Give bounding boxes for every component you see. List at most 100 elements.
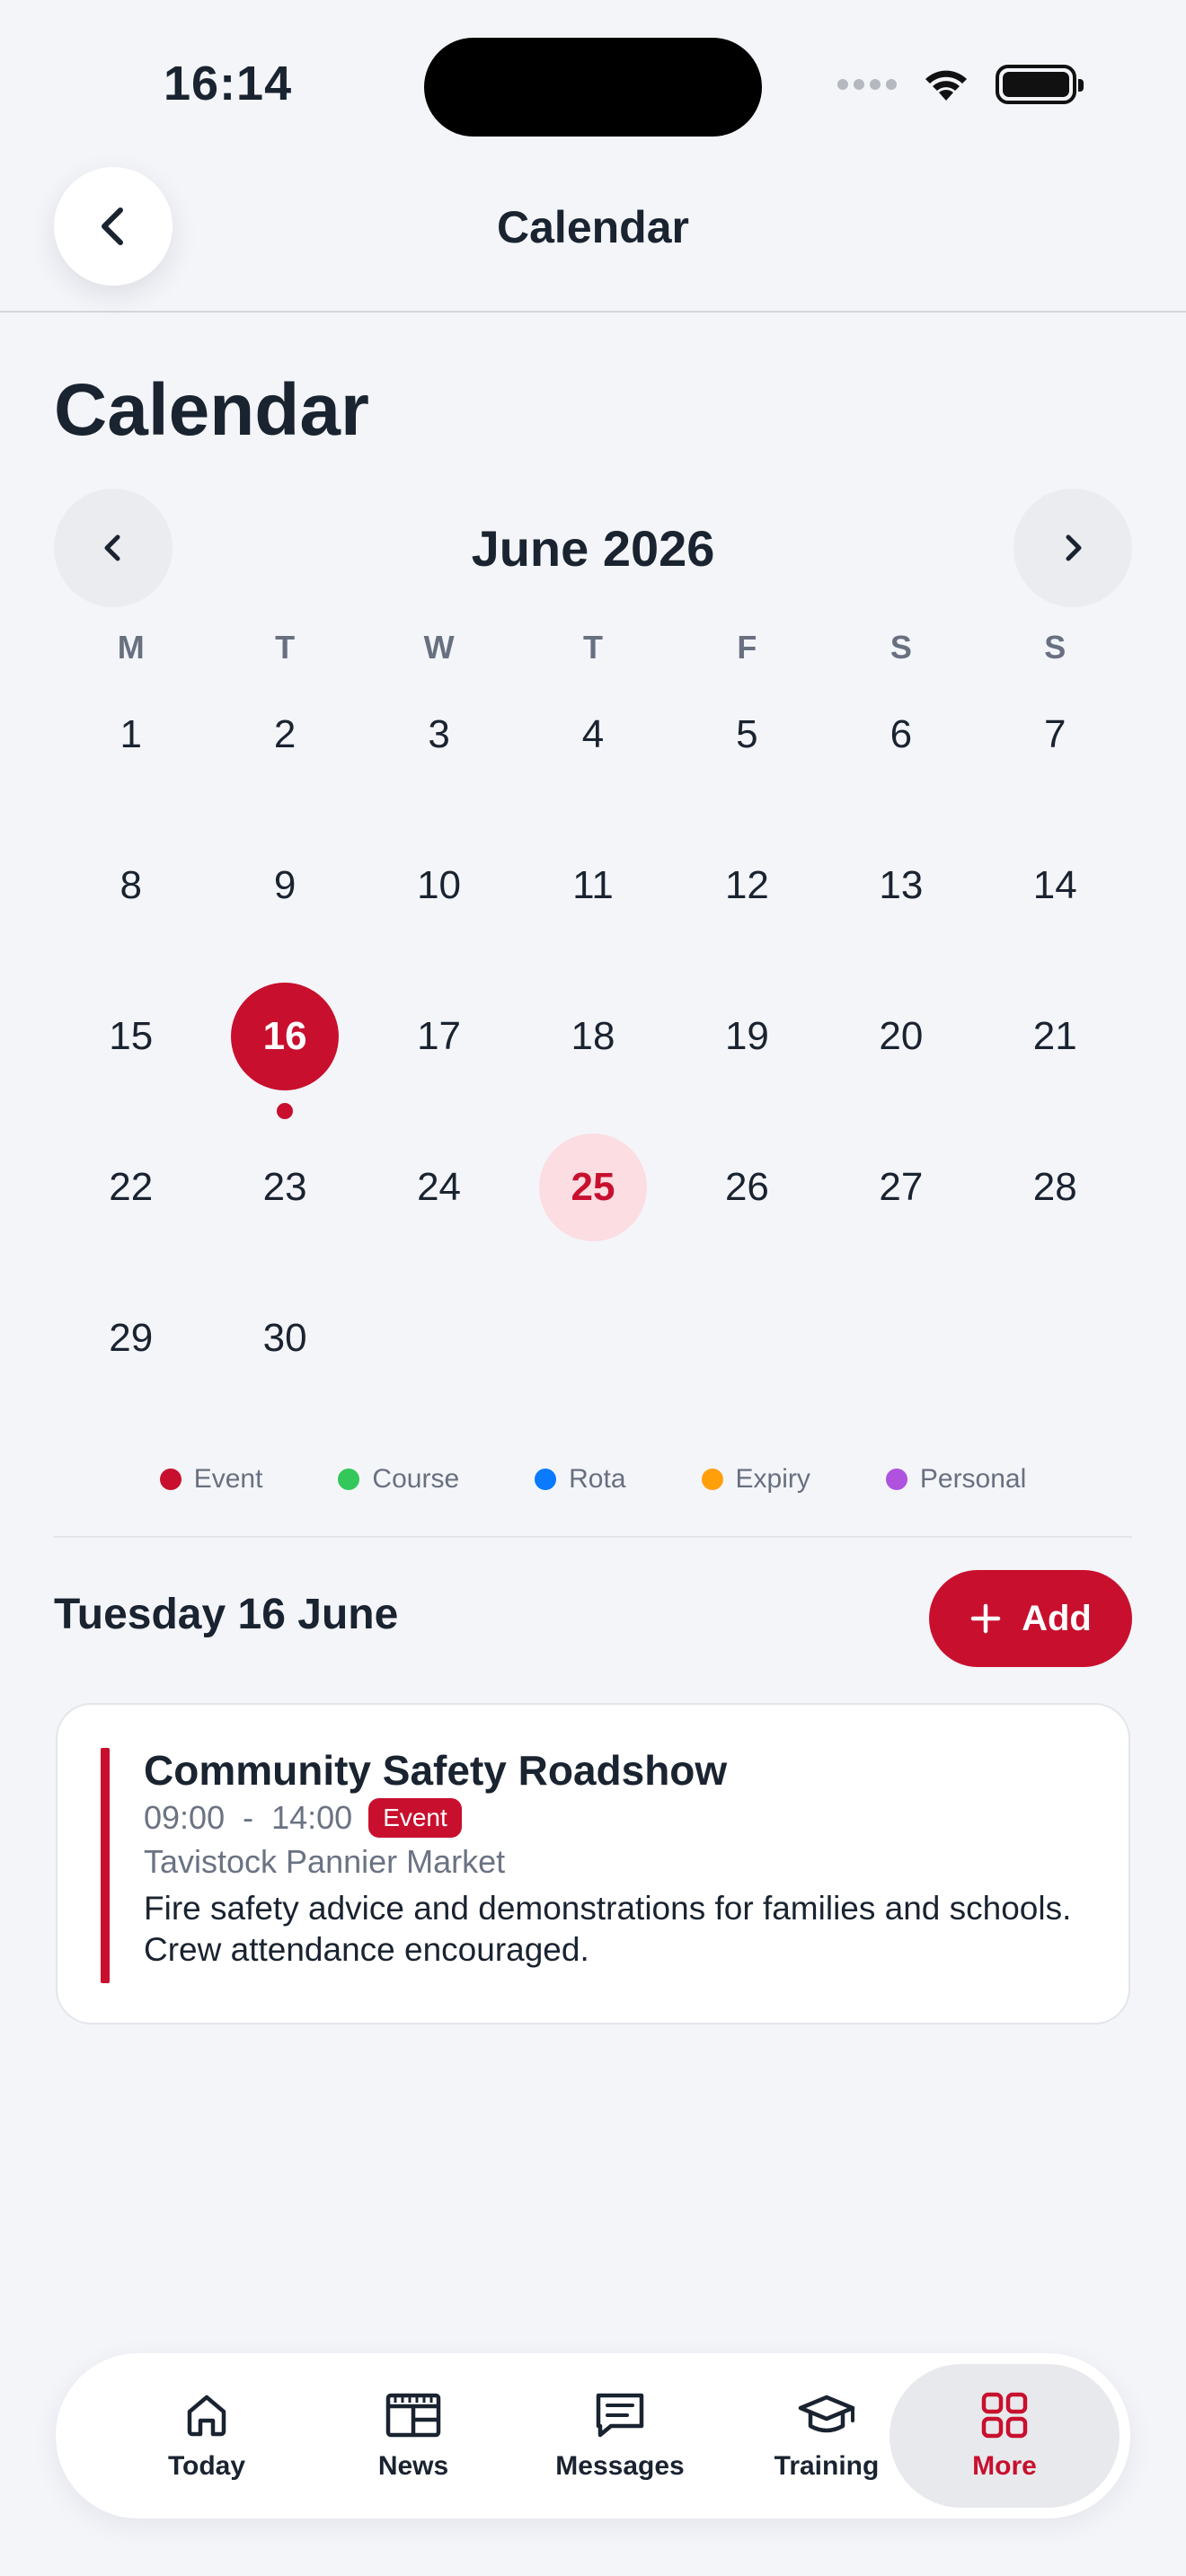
- calendar-day[interactable]: 23: [208, 1134, 361, 1284]
- calendar-day[interactable]: 22: [54, 1134, 208, 1284]
- calendar-day[interactable]: 14: [978, 832, 1132, 983]
- calendar-day[interactable]: 2: [208, 681, 361, 832]
- nav-header: Calendar: [0, 162, 1186, 313]
- calendar-screen: 16:14 Calendar Calendar June 2026 M T W …: [0, 0, 1186, 2576]
- legend-label: Personal: [919, 1464, 1027, 1494]
- time-separator: -: [243, 1799, 254, 1836]
- calendar-day[interactable]: 17: [362, 983, 516, 1134]
- calendar-day[interactable]: 9: [208, 832, 361, 983]
- calendar-day[interactable]: 6: [824, 681, 978, 832]
- day-number: 13: [879, 863, 924, 907]
- calendar-day[interactable]: 18: [516, 983, 669, 1134]
- legend-item: Personal: [885, 1464, 1027, 1495]
- tab-more[interactable]: More: [890, 2364, 1120, 2508]
- day-number: 16: [231, 983, 340, 1090]
- event-location: Tavistock Pannier Market: [144, 1843, 506, 1880]
- tab-label: Training: [774, 2451, 880, 2481]
- calendar-day[interactable]: 20: [824, 983, 978, 1134]
- day-number: 22: [109, 1165, 154, 1209]
- legend-label: Rota: [569, 1464, 626, 1494]
- event-indicator-dot: [277, 1103, 294, 1119]
- day-number: 19: [724, 1014, 769, 1058]
- divider: [54, 1536, 1132, 1538]
- calendar-day[interactable]: 1: [54, 681, 208, 832]
- weekday-label: T: [275, 629, 296, 666]
- month-header: June 2026: [54, 489, 1132, 607]
- calendar-day[interactable]: 15: [54, 983, 208, 1134]
- day-number: 30: [262, 1316, 307, 1360]
- calendar-day[interactable]: 8: [54, 832, 208, 983]
- newspaper-icon: [385, 2393, 441, 2438]
- add-button-label: Add: [1022, 1598, 1092, 1638]
- event-card[interactable]: Community Safety Roadshow 09:00 - 14:00 …: [56, 1703, 1130, 2025]
- tab-messages[interactable]: Messages: [512, 2364, 728, 2508]
- calendar-grid: 1 2 3 4 5 6 7 8 9 10 11 12 13 14 15 16 17 18 19 20 21 22 23 24 2…: [54, 681, 1132, 1435]
- weekday-label: T: [582, 629, 603, 666]
- calendar-day[interactable]: 26: [670, 1134, 824, 1284]
- message-icon: [596, 2393, 644, 2438]
- calendar-day[interactable]: 21: [978, 983, 1132, 1134]
- day-number: 14: [1032, 863, 1077, 907]
- nav-title: Calendar: [497, 202, 689, 252]
- next-month-button[interactable]: [1013, 489, 1132, 607]
- month-label: June 2026: [471, 520, 715, 577]
- day-number: 2: [273, 712, 296, 756]
- legend-label: Event: [193, 1464, 263, 1494]
- event-start-time: 09:00: [144, 1799, 226, 1836]
- home-icon: [187, 2395, 226, 2437]
- calendar-day[interactable]: 11: [516, 832, 669, 983]
- legend-dot: [701, 1469, 723, 1490]
- add-event-button[interactable]: Add: [929, 1570, 1132, 1667]
- legend-label: Course: [372, 1464, 460, 1494]
- day-number: 24: [417, 1165, 462, 1209]
- legend-item: Expiry: [701, 1464, 810, 1495]
- day-number: 29: [109, 1316, 154, 1360]
- event-color-bar: [101, 1748, 110, 1983]
- weekday-header: M T W T F S S: [54, 629, 1132, 666]
- tab-label: News: [377, 2451, 449, 2481]
- tab-today[interactable]: Today: [99, 2364, 314, 2508]
- day-number: 7: [1044, 712, 1067, 756]
- graduation-cap-icon: [798, 2395, 855, 2433]
- day-number: 5: [736, 712, 758, 756]
- tab-news[interactable]: News: [305, 2364, 521, 2508]
- day-number: 11: [572, 863, 614, 907]
- calendar-day[interactable]: 25: [516, 1134, 669, 1284]
- day-number: 12: [724, 863, 769, 907]
- calendar-day[interactable]: 5: [670, 681, 824, 832]
- calendar-day[interactable]: 12: [670, 832, 824, 983]
- calendar-day[interactable]: 27: [824, 1134, 978, 1284]
- calendar-day[interactable]: 16: [208, 983, 361, 1134]
- day-number: 17: [417, 1014, 462, 1058]
- day-number: 9: [273, 863, 296, 907]
- weekday-label: S: [1044, 629, 1067, 666]
- weekday-label: W: [423, 629, 455, 666]
- calendar-day[interactable]: 30: [208, 1284, 361, 1435]
- page-title: Calendar: [54, 369, 369, 451]
- calendar-day[interactable]: 10: [362, 832, 516, 983]
- event-description: Fire safety advice and demonstrations fo…: [144, 1890, 1072, 1968]
- calendar-day[interactable]: 29: [54, 1284, 208, 1435]
- calendar-day[interactable]: 24: [362, 1134, 516, 1284]
- legend-dot: [338, 1469, 360, 1490]
- calendar-day[interactable]: 7: [978, 681, 1132, 832]
- tab-label: More: [972, 2451, 1037, 2481]
- event-end-time: 14:00: [271, 1799, 353, 1836]
- calendar-day[interactable]: 19: [670, 983, 824, 1134]
- day-number: 8: [119, 863, 142, 907]
- calendar-day[interactable]: 28: [978, 1134, 1132, 1284]
- weekday-label: F: [737, 629, 757, 666]
- calendar-day[interactable]: 3: [362, 681, 516, 832]
- wifi-icon: [925, 70, 967, 101]
- battery-icon: [996, 65, 1084, 104]
- day-number: 10: [417, 863, 462, 907]
- calendar-day[interactable]: 13: [824, 832, 978, 983]
- calendar-day[interactable]: 4: [516, 681, 669, 832]
- day-number: 26: [724, 1165, 769, 1209]
- status-icons: [837, 65, 1084, 104]
- event-time: 09:00 - 14:00 Event: [144, 1798, 1093, 1838]
- event-type-badge: Event: [368, 1798, 462, 1838]
- selected-day-heading: Tuesday 16 June: [54, 1591, 399, 1638]
- day-number: 3: [428, 712, 450, 756]
- day-number: 25: [538, 1134, 647, 1241]
